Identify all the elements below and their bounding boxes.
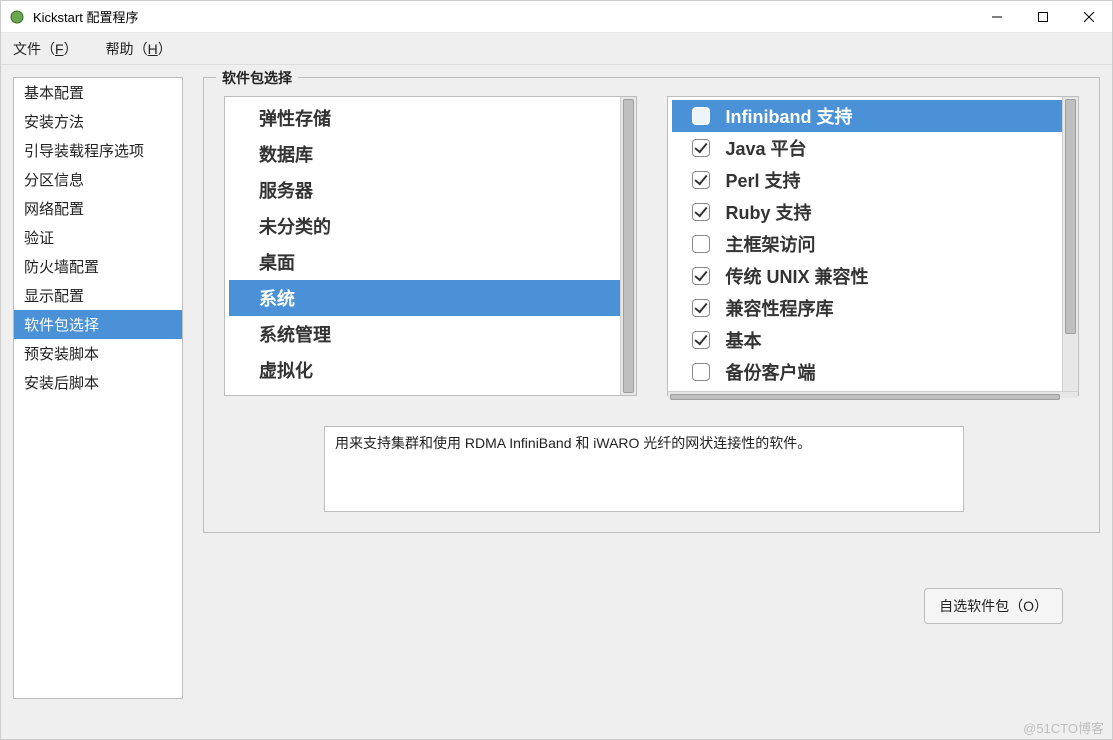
package-item[interactable]: 备份客户端 <box>672 356 1063 388</box>
category-list-inner[interactable]: 弹性存储 数据库 服务器 未分类的 桌面 系统 系统管理 虚拟化 高可用性 <box>225 97 620 395</box>
checkbox-icon[interactable] <box>692 107 710 125</box>
lists-row: 弹性存储 数据库 服务器 未分类的 桌面 系统 系统管理 虚拟化 高可用性 <box>224 96 1079 396</box>
package-item[interactable]: Infiniband 支持 <box>672 100 1063 132</box>
sidebar-item-preinstall[interactable]: 预安装脚本 <box>14 339 182 368</box>
category-item[interactable]: 服务器 <box>229 172 620 208</box>
package-list: Infiniband 支持 Java 平台 Perl 支持 Ruby 支持 主框… <box>667 96 1080 396</box>
package-item[interactable]: Ruby 支持 <box>672 196 1063 228</box>
category-item[interactable]: 系统管理 <box>229 316 620 352</box>
sidebar-item-packages[interactable]: 软件包选择 <box>14 310 182 339</box>
menubar: 文件（F） 帮助（H） <box>1 33 1112 65</box>
package-item[interactable]: 传统 UNIX 兼容性 <box>672 260 1063 292</box>
window-title: Kickstart 配置程序 <box>33 7 974 26</box>
close-button[interactable] <box>1066 1 1112 32</box>
watermark: @51CTO博客 <box>1023 718 1104 737</box>
window-controls <box>974 1 1112 32</box>
main-panel: 软件包选择 弹性存储 数据库 服务器 未分类的 桌面 系统 系统管理 虚拟化 <box>203 77 1100 699</box>
package-list-inner[interactable]: Infiniband 支持 Java 平台 Perl 支持 Ruby 支持 主框… <box>668 97 1063 391</box>
package-item[interactable]: 兼容性程序库 <box>672 292 1063 324</box>
checkbox-icon[interactable] <box>692 267 710 285</box>
optional-packages-button[interactable]: 自选软件包（O） <box>924 588 1063 624</box>
category-item[interactable]: 高可用性 <box>229 388 620 395</box>
checkbox-icon[interactable] <box>692 299 710 317</box>
scroll-thumb[interactable] <box>670 394 1061 400</box>
checkbox-icon[interactable] <box>692 171 710 189</box>
checkbox-icon[interactable] <box>692 139 710 157</box>
package-item[interactable]: 主框架访问 <box>672 228 1063 260</box>
package-item[interactable]: Perl 支持 <box>672 164 1063 196</box>
fieldset-title: 软件包选择 <box>216 68 298 88</box>
sidebar-item-partition[interactable]: 分区信息 <box>14 165 182 194</box>
maximize-button[interactable] <box>1020 1 1066 32</box>
checkbox-icon[interactable] <box>692 331 710 349</box>
sidebar-item-postinstall[interactable]: 安装后脚本 <box>14 368 182 397</box>
scroll-thumb[interactable] <box>623 99 634 393</box>
category-item[interactable]: 桌面 <box>229 244 620 280</box>
description-box: 用来支持集群和使用 RDMA InfiniBand 和 iWARO 光纤的网状连… <box>324 426 964 512</box>
package-scrollbar-h[interactable] <box>668 391 1079 398</box>
sidebar-item-bootloader[interactable]: 引导装载程序选项 <box>14 136 182 165</box>
category-item[interactable]: 弹性存储 <box>229 100 620 136</box>
menu-help[interactable]: 帮助（H） <box>106 39 172 59</box>
category-item[interactable]: 未分类的 <box>229 208 620 244</box>
category-scrollbar[interactable] <box>620 97 636 395</box>
category-item[interactable]: 系统 <box>229 280 620 316</box>
app-window: Kickstart 配置程序 文件（F） 帮助（H） 基本配置 安装方法 引导装… <box>0 0 1113 740</box>
menu-file[interactable]: 文件（F） <box>13 39 78 59</box>
package-item[interactable]: Java 平台 <box>672 132 1063 164</box>
scroll-thumb[interactable] <box>1065 99 1076 334</box>
category-item[interactable]: 数据库 <box>229 136 620 172</box>
titlebar: Kickstart 配置程序 <box>1 1 1112 33</box>
checkbox-icon[interactable] <box>692 235 710 253</box>
sidebar-item-network[interactable]: 网络配置 <box>14 194 182 223</box>
sidebar-item-auth[interactable]: 验证 <box>14 223 182 252</box>
package-item[interactable]: 基本 <box>672 324 1063 356</box>
sidebar-item-firewall[interactable]: 防火墙配置 <box>14 252 182 281</box>
sidebar-item-install[interactable]: 安装方法 <box>14 107 182 136</box>
category-item[interactable]: 虚拟化 <box>229 352 620 388</box>
category-list: 弹性存储 数据库 服务器 未分类的 桌面 系统 系统管理 虚拟化 高可用性 <box>224 96 637 396</box>
checkbox-icon[interactable] <box>692 363 710 381</box>
checkbox-icon[interactable] <box>692 203 710 221</box>
minimize-button[interactable] <box>974 1 1020 32</box>
sidebar-item-basic[interactable]: 基本配置 <box>14 78 182 107</box>
package-scrollbar-v[interactable] <box>1062 97 1078 391</box>
content-area: 基本配置 安装方法 引导装载程序选项 分区信息 网络配置 验证 防火墙配置 显示… <box>1 65 1112 739</box>
sidebar-item-display[interactable]: 显示配置 <box>14 281 182 310</box>
package-fieldset: 软件包选择 弹性存储 数据库 服务器 未分类的 桌面 系统 系统管理 虚拟化 <box>203 77 1100 533</box>
sidebar: 基本配置 安装方法 引导装载程序选项 分区信息 网络配置 验证 防火墙配置 显示… <box>13 77 183 699</box>
app-icon <box>9 9 25 25</box>
